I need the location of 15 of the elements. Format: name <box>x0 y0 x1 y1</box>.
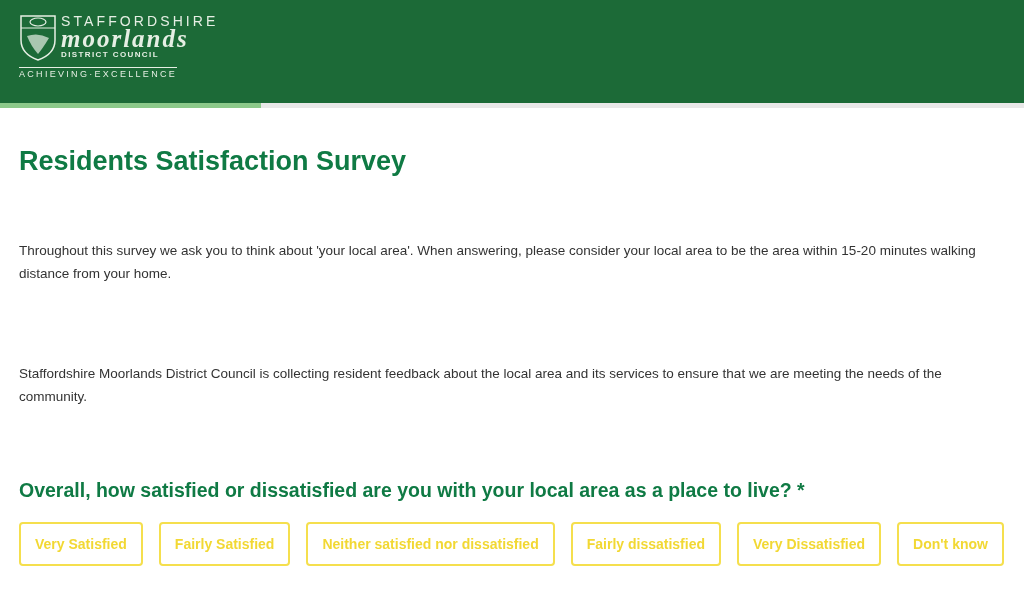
answer-option[interactable]: Fairly dissatisfied <box>570 522 721 566</box>
answer-option[interactable]: Fairly Satisfied <box>158 522 291 566</box>
intro-paragraph: Staffordshire Moorlands District Council is collecting resident feedback about the local area and its services to ensure that we are meeting the needs of the community. <box>19 365 943 406</box>
logo-tagline: ACHIEVING·EXCELLENCE <box>19 67 178 79</box>
answer-option[interactable]: Very Satisfied <box>19 522 143 566</box>
logo-text: DISTRICT COUNCIL <box>61 50 160 59</box>
question-text: Overall, how satisfied or dissatisfied are you with your local area as a place to live? * <box>19 479 806 502</box>
shield-icon <box>19 14 57 62</box>
answer-option[interactable]: Very Dissatisfied <box>737 522 882 566</box>
answer-option[interactable]: Neither satisfied nor dissatisfied <box>306 522 555 566</box>
logo-text: moorlands <box>61 28 189 51</box>
logo-text: STAFFORDSHIRE <box>61 14 219 28</box>
intro-paragraph: Throughout this survey we ask you to think about 'your local area'. When answering, please consider your local area to be the area within 15-20 minutes walking distance from your home. <box>19 242 977 283</box>
page-title: Residents Satisfaction Survey <box>19 146 408 177</box>
answer-option[interactable]: Don't know <box>897 522 1004 566</box>
